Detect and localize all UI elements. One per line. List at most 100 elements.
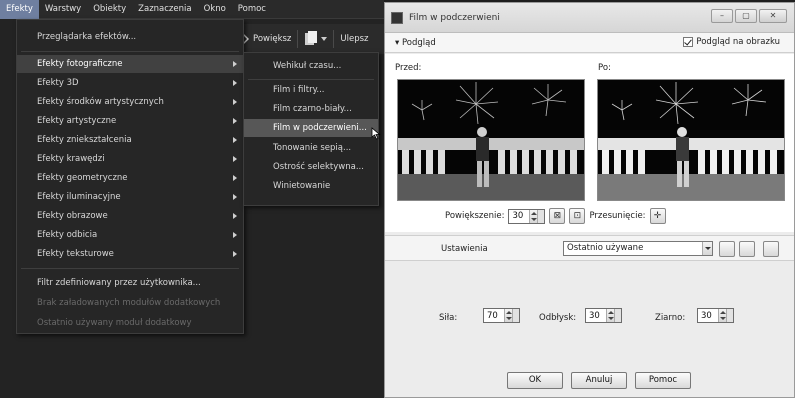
submenu-arrow-icon [233,137,237,143]
mouse-cursor-icon [371,127,381,140]
cancel-button[interactable]: Anuluj [571,372,627,389]
preset-select-value: Ostatnio używane [567,243,644,253]
fireworks-photo-infrared [598,80,784,200]
submenu-item-infrared-film[interactable]: Film w podczerwieni... [244,119,378,137]
submenu-arrow-icon [233,175,237,181]
help-button[interactable]: Pomoc [635,372,691,389]
menu-item-texture-effects[interactable]: Efekty teksturowe [17,245,243,263]
menu-objects[interactable]: Obiekty [87,0,132,19]
page-menu-button[interactable] [304,31,328,47]
preview-on-image-checkbox[interactable] [683,37,694,47]
before-preview-image[interactable] [397,79,585,201]
grain-value[interactable]: 30 [698,311,718,321]
zoom-actual-size-button[interactable]: ⊡ [569,208,586,224]
manage-presets-button[interactable] [763,241,779,257]
menu-item-artistic-effects[interactable]: Efekty artystyczne [17,112,243,130]
menu-help[interactable]: Pomoc [232,0,272,19]
preview-on-image-option[interactable]: Podgląd na obrazku [683,37,780,47]
zoom-value[interactable]: 30 [509,211,529,221]
slider-popup-icon[interactable] [512,309,519,322]
menu-item-effects-browser[interactable]: Przeglądarka efektów... [17,28,243,46]
enhance-button-label: Ulepsz [340,34,369,44]
submenu-arrow-icon [233,118,237,124]
pan-button[interactable]: ✛ [649,208,666,224]
preview-toggle-label: Podgląd [401,38,436,48]
preset-select[interactable]: Ostatnio używane [563,241,713,256]
effects-menu: Przeglądarka efektów... Efekty fotografi… [16,19,244,334]
slider-popup-icon[interactable] [614,309,621,322]
menu-item-label: Efekty artystyczne [37,116,117,126]
menu-item-no-plugins: Brak załadowanych modułów dodatkowych [37,298,221,308]
maximize-button[interactable]: ▢ [735,9,757,23]
submenu-item-time-machine[interactable]: Wehikuł czasu... [244,57,378,75]
menu-item-label: Efekty odbicia [37,230,98,240]
glare-value[interactable]: 30 [586,311,606,321]
minimize-button[interactable]: – [711,9,733,23]
dialog-titlebar: Film w podczerwieni – ▢ ✕ [385,3,794,33]
menu-item-geometric-effects[interactable]: Efekty geometryczne [17,169,243,187]
menu-item-image-effects[interactable]: Efekty obrazowe [17,207,243,225]
spin-arrows-icon[interactable] [606,309,614,322]
dropdown-arrow-icon[interactable] [702,242,712,255]
glare-stepper[interactable]: 30 [585,308,622,323]
slider-popup-icon[interactable] [726,309,733,322]
strength-stepper[interactable]: 70 [483,308,520,323]
preview-on-image-label: Podgląd na obrazku [696,37,780,47]
menu-window[interactable]: Okno [198,0,232,19]
grain-stepper[interactable]: 30 [697,308,734,323]
menu-layers[interactable]: Warstwy [39,0,87,19]
zoom-stepper[interactable]: 30 [508,208,546,224]
submenu-item-selective-focus[interactable]: Ostrość selektywna... [244,158,378,176]
menu-item-label: Efekty iluminacyjne [37,192,121,202]
fireworks-photo [398,80,584,200]
zoom-to-fit-button[interactable]: ⊠ [549,208,566,224]
chevron-down-icon [321,37,328,41]
page-icon [305,31,318,45]
menu-item-photo-effects[interactable]: Efekty fotograficzne [17,55,243,73]
submenu-item-film-filters[interactable]: Film i filtry... [244,81,378,99]
zoom-button[interactable]: Powiększ [242,33,291,45]
infrared-film-dialog: Film w podczerwieni – ▢ ✕ ▾ Podgląd Podg… [384,2,795,398]
menu-item-edge-effects[interactable]: Efekty krawędzi [17,150,243,168]
actual-size-icon: ⊡ [573,211,582,221]
pan-label: Przesunięcie: [589,211,646,221]
spin-arrows-icon[interactable] [504,309,512,322]
strength-value[interactable]: 70 [484,311,504,321]
menu-item-label: Efekty środków artystycznych [37,97,164,107]
zoom-fit-icon: ⊠ [553,211,562,221]
after-preview-image[interactable] [597,79,785,201]
save-preset-button[interactable] [719,241,735,257]
enhance-button[interactable]: Ulepsz [340,34,368,44]
menu-item-illumination-effects[interactable]: Efekty iluminacyjne [17,188,243,206]
slider-popup-icon[interactable] [537,209,545,223]
preview-toggle[interactable]: ▾ Podgląd [395,38,436,48]
submenu-item-bw-film[interactable]: Film czarno-biały... [244,100,378,118]
settings-row: Ustawienia Ostatnio używane [385,235,794,261]
after-label: Po: [598,63,611,73]
menu-item-3d-effects[interactable]: Efekty 3D [17,74,243,92]
menu-selections[interactable]: Zaznaczenia [132,0,197,19]
reset-preset-button[interactable] [739,241,755,257]
before-label: Przed: [395,63,422,73]
zoom-label: Powiększenie: [445,211,505,221]
submenu-item-sepia-toning[interactable]: Tonowanie sepią... [244,139,378,157]
toolbar-separator [333,30,335,48]
spin-arrows-icon[interactable] [718,309,726,322]
ok-button[interactable]: OK [507,372,563,389]
photo-effects-submenu: Wehikuł czasu... Film i filtry... Film c… [243,52,379,206]
menu-item-label: Efekty teksturowe [37,249,114,259]
menu-item-label: Efekty fotograficzne [37,59,123,69]
submenu-item-vignette[interactable]: Winietowanie [244,177,378,195]
submenu-arrow-icon [233,213,237,219]
menu-item-distortion-effects[interactable]: Efekty zniekształcenia [17,131,243,149]
toolbar: Powiększ Ulepsz [238,24,384,54]
close-button[interactable]: ✕ [759,9,787,23]
menu-item-user-defined-filter[interactable]: Filtr zdefiniowany przez użytkownika... [17,274,243,292]
submenu-arrow-icon [233,156,237,162]
menu-item-art-media-effects[interactable]: Efekty środków artystycznych [17,93,243,111]
menu-effects[interactable]: Efekty [0,0,39,19]
spin-arrows-icon[interactable] [529,209,538,223]
menu-item-reflection-effects[interactable]: Efekty odbicia [17,226,243,244]
preview-header: ▾ Podgląd Podgląd na obrazku [385,33,794,53]
toolbar-separator [297,30,299,48]
